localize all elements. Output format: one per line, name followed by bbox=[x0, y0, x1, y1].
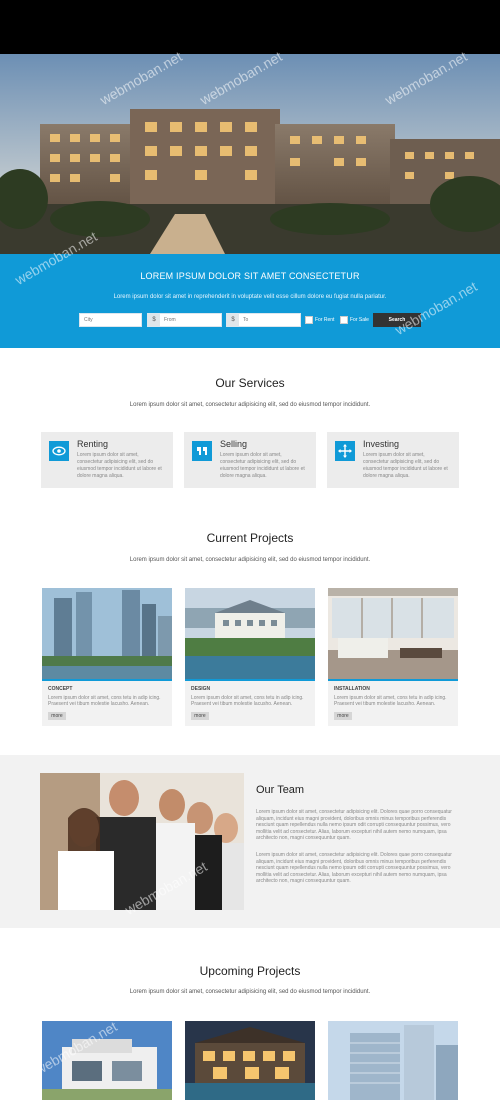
team-photo bbox=[40, 773, 244, 910]
service-card-selling: Selling Lorem ipsum dolor sit amet, cons… bbox=[184, 432, 316, 488]
more-button[interactable]: more bbox=[48, 712, 66, 720]
service-title: Selling bbox=[220, 439, 248, 449]
project-category: INSTALLATION bbox=[334, 686, 370, 692]
team-paragraph-2: Lorem ipsum dolor sit amet, consectetur … bbox=[256, 852, 452, 884]
project-image bbox=[185, 588, 315, 679]
project-card-installation: INSTALLATION Lorem ipsum dolor sit amet,… bbox=[328, 588, 458, 726]
checkbox-box[interactable] bbox=[340, 315, 348, 324]
upcoming-project-image bbox=[328, 1021, 458, 1100]
team-title: Our Team bbox=[256, 784, 305, 796]
projects-title: Current Projects bbox=[206, 531, 294, 545]
for-rent-label: For Rent bbox=[315, 317, 335, 323]
project-text: Lorem ipsum dolor sit amet, cons tetu in… bbox=[334, 695, 447, 707]
upcoming-project-image bbox=[185, 1021, 315, 1100]
property-search-section: LOREM IPSUM DOLOR SIT AMET CONSECTETUR L… bbox=[0, 254, 500, 348]
accent-bar bbox=[185, 679, 315, 681]
project-card-design: DESIGN Lorem ipsum dolor sit amet, cons … bbox=[185, 588, 315, 726]
project-image bbox=[328, 588, 458, 679]
for-sale-label: For Sale bbox=[350, 317, 369, 323]
project-category: DESIGN bbox=[191, 686, 211, 692]
more-button[interactable]: more bbox=[334, 712, 352, 720]
hero-banner-image bbox=[0, 54, 500, 254]
project-image bbox=[42, 588, 172, 679]
upcoming-project-image bbox=[42, 1021, 172, 1100]
service-text: Lorem ipsum dolor sit amet, consectetur … bbox=[363, 452, 448, 479]
service-title: Renting bbox=[77, 439, 109, 449]
service-text: Lorem ipsum dolor sit amet, consectetur … bbox=[77, 452, 162, 479]
more-button[interactable]: more bbox=[191, 712, 209, 720]
service-card-investing: Investing Lorem ipsum dolor sit amet, co… bbox=[327, 432, 459, 488]
top-navigation-bar bbox=[0, 0, 500, 54]
services-lead: Lorem ipsum dolor sit amet, consectetur … bbox=[129, 402, 371, 408]
upcoming-title: Upcoming Projects bbox=[199, 964, 301, 978]
quote-icon bbox=[192, 441, 212, 461]
dollar-prefix: $ bbox=[227, 314, 239, 326]
service-title: Investing bbox=[363, 439, 400, 449]
service-text: Lorem ipsum dolor sit amet, consectetur … bbox=[220, 452, 305, 479]
accent-bar bbox=[42, 679, 172, 681]
project-card-concept: CONCEPT Lorem ipsum dolor sit amet, cons… bbox=[42, 588, 172, 726]
accent-bar bbox=[328, 679, 458, 681]
city-field[interactable] bbox=[79, 313, 142, 327]
search-subtitle: Lorem ipsum dolor sit amet in reprehende… bbox=[113, 294, 387, 300]
project-text: Lorem ipsum dolor sit amet, cons tetu in… bbox=[48, 695, 161, 707]
dollar-prefix: $ bbox=[148, 314, 160, 326]
checkbox-box[interactable] bbox=[305, 315, 313, 324]
price-from-field[interactable]: $ bbox=[147, 313, 222, 327]
for-rent-checkbox[interactable]: For Rent bbox=[305, 315, 334, 325]
search-button[interactable]: Search bbox=[373, 313, 421, 327]
for-sale-checkbox[interactable]: For Sale bbox=[340, 315, 369, 325]
price-to-input[interactable] bbox=[243, 315, 298, 325]
projects-lead: Lorem ipsum dolor sit amet, consectetur … bbox=[129, 557, 371, 563]
team-section: Our Team Lorem ipsum dolor sit amet, con… bbox=[0, 755, 500, 928]
city-input[interactable] bbox=[84, 315, 139, 325]
team-paragraph-1: Lorem ipsum dolor sit amet, consectetur … bbox=[256, 809, 452, 841]
eye-icon bbox=[49, 441, 69, 461]
move-arrows-icon bbox=[335, 441, 355, 461]
service-card-renting: Renting Lorem ipsum dolor sit amet, cons… bbox=[41, 432, 173, 488]
price-to-field[interactable]: $ bbox=[226, 313, 301, 327]
upcoming-lead: Lorem ipsum dolor sit amet, consectetur … bbox=[129, 989, 371, 995]
price-from-input[interactable] bbox=[164, 315, 219, 325]
project-category: CONCEPT bbox=[48, 686, 73, 692]
search-heading: LOREM IPSUM DOLOR SIT AMET CONSECTETUR bbox=[140, 271, 360, 281]
services-title: Our Services bbox=[215, 376, 285, 390]
project-text: Lorem ipsum dolor sit amet, cons tetu in… bbox=[191, 695, 304, 707]
